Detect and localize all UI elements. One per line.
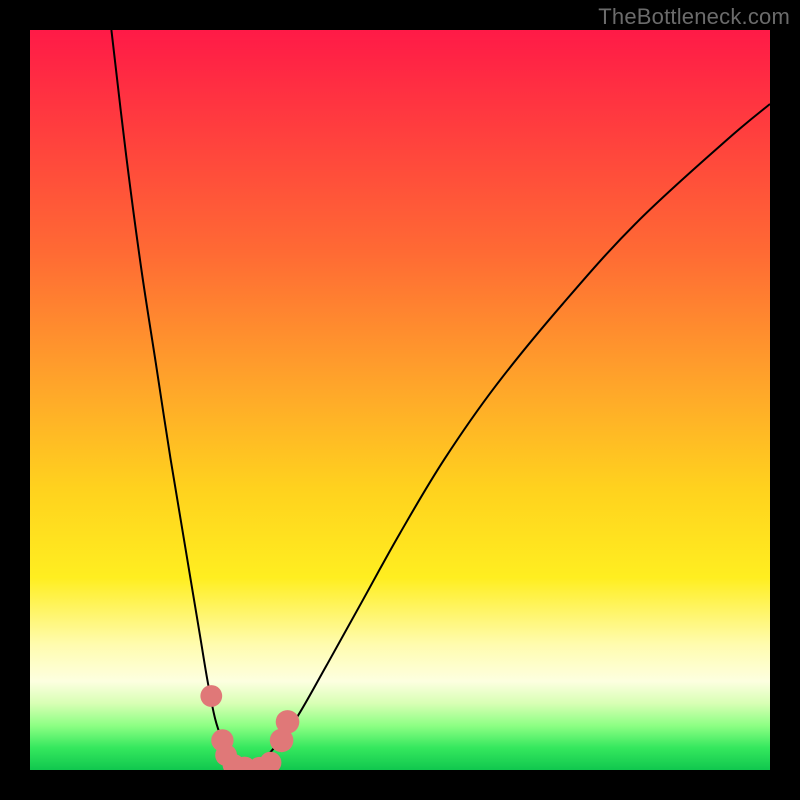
marker-dot [200, 685, 222, 707]
curve-svg [30, 30, 770, 770]
marker-dot [276, 710, 300, 734]
curve-left [111, 30, 244, 770]
curve-right [245, 104, 770, 770]
watermark-text: TheBottleneck.com [598, 4, 790, 30]
left-branch-path [111, 30, 244, 770]
chart-frame: TheBottleneck.com [0, 0, 800, 800]
plot-area [30, 30, 770, 770]
right-branch-path [245, 104, 770, 770]
marker-dot [260, 752, 282, 770]
marker-dots [200, 685, 299, 770]
